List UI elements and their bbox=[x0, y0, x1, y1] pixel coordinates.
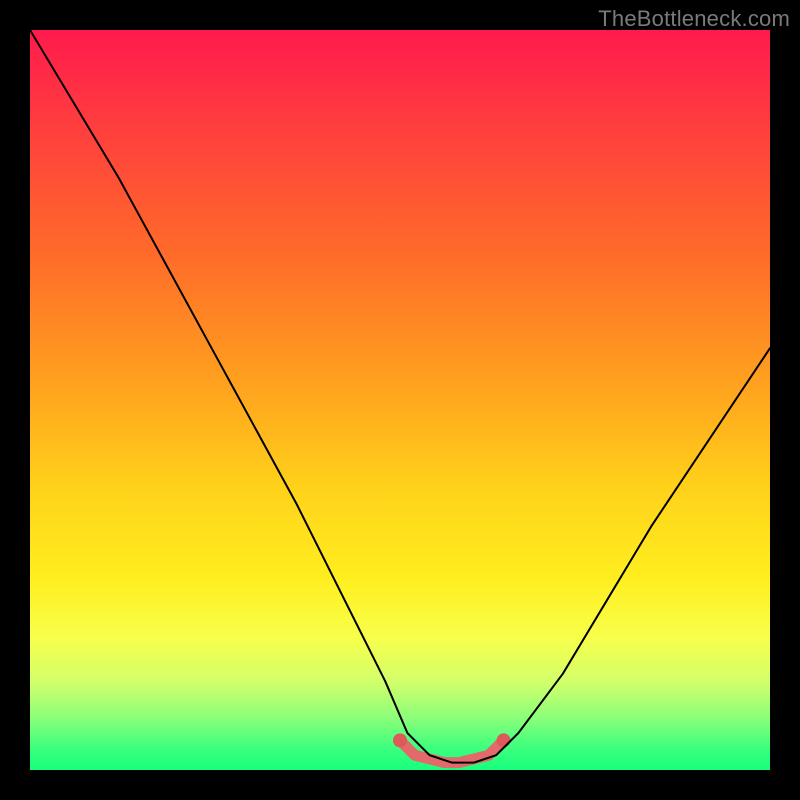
bottleneck-curve bbox=[30, 30, 770, 763]
sweet-spot-band bbox=[393, 733, 511, 762]
sweet-spot-end-dot bbox=[393, 733, 407, 747]
sweet-spot-end-dot bbox=[497, 733, 511, 747]
plot-area bbox=[30, 30, 770, 770]
watermark-text: TheBottleneck.com bbox=[598, 6, 790, 32]
chart-frame: TheBottleneck.com bbox=[0, 0, 800, 800]
sweet-spot-band-line bbox=[400, 740, 504, 762]
chart-svg bbox=[30, 30, 770, 770]
